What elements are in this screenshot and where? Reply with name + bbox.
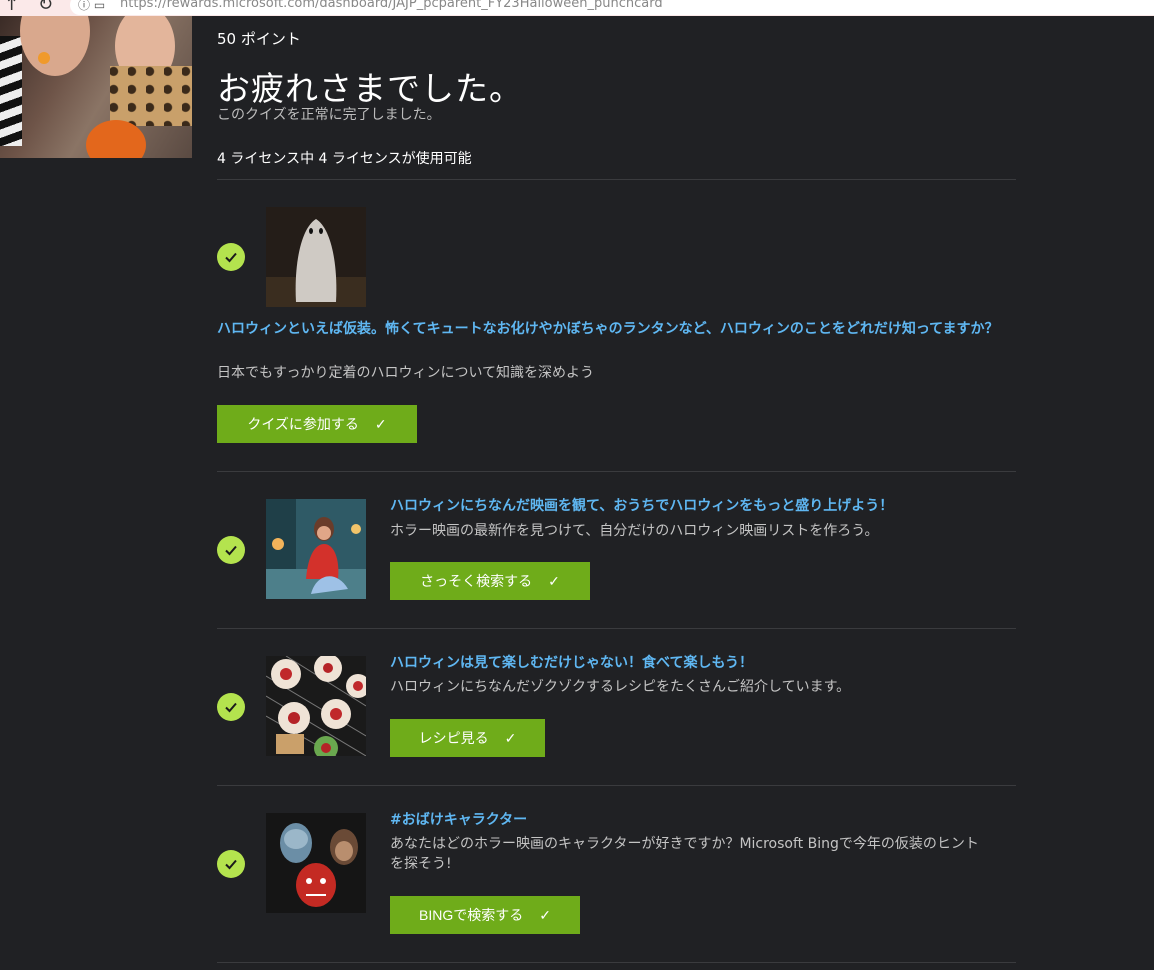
item-title[interactable]: ハロウィンは見て楽しむだけじゃない！食べて楽しもう！ [390,653,1016,673]
divider [217,179,1016,180]
check-icon: ✓ [504,729,517,746]
browser-toolbar: ↑ ↻ ⓘ ▭ https://rewards.microsoft.com/da… [0,0,1154,16]
horror-characters-image [266,813,366,913]
address-bar-url: https://rewards.microsoft.com/dashboard/… [120,0,663,11]
item-description: ホラー映画の最新作を見つけて、自分だけのハロウィン映画リストを作ろう。 [390,523,879,539]
divider [217,962,1016,963]
ghost-image [266,207,366,307]
reload-icon[interactable]: ↻ [38,0,53,15]
check-icon: ✓ [539,906,551,923]
item-title[interactable]: ハロウィンといえば仮装。怖くてキュートなお化けやかぼちゃのランタンなど、ハロウィ… [217,319,1016,339]
checkmark-icon [217,243,245,271]
button-label: さっそく検索する [420,573,533,589]
cupcakes-image [266,656,366,756]
item-description: 日本でもすっかり定着のハロウィンについて知識を深めよう [217,365,595,381]
address-bar[interactable]: ⓘ ▭ https://rewards.microsoft.com/dashbo… [70,0,1154,15]
check-icon: ✓ [548,572,560,589]
join-quiz-button[interactable]: クイズに参加する ✓ [217,405,417,443]
button-label: クイズに参加する [247,416,359,432]
item-title[interactable]: #おばけキャラクター [390,810,1016,830]
button-label: BINGで検索する [419,907,524,923]
divider [217,471,1016,472]
check-icon: ✓ [374,415,387,432]
site-info-icon[interactable]: ⓘ ▭ [78,0,105,14]
button-label: レシピ見る [418,730,489,746]
item-title[interactable]: ハロウィンにちなんだ映画を観て、おうちでハロウィンをもっと盛り上げよう！ [390,496,1016,516]
divider [217,785,1016,786]
checkmark-icon [217,536,245,564]
item-description: あなたはどのホラー映画のキャラクターが好きですか？Microsoft Bingで… [390,836,979,872]
checkmark-icon [217,850,245,878]
page-title: お疲れさまでした。 [217,69,523,108]
divider [217,628,1016,629]
page-subtitle: このクイズを正常に完了しました。 [217,107,441,123]
checkmark-icon [217,693,245,721]
back-icon[interactable]: ↑ [4,0,19,15]
licenses-status: 4 ライセンス中 4 ライセンスが使用可能 [217,151,472,167]
view-recipes-button[interactable]: レシピ見る ✓ [390,719,545,757]
points-label: 50 ポイント [217,30,301,48]
item-description: ハロウィンにちなんだゾクゾクするレシピをたくさんご紹介しています。 [390,679,851,695]
halloween-hero-image [0,16,192,158]
search-now-button[interactable]: さっそく検索する ✓ [390,562,590,600]
bing-search-button[interactable]: BINGで検索する ✓ [390,896,580,934]
movie-watching-image [266,499,366,599]
